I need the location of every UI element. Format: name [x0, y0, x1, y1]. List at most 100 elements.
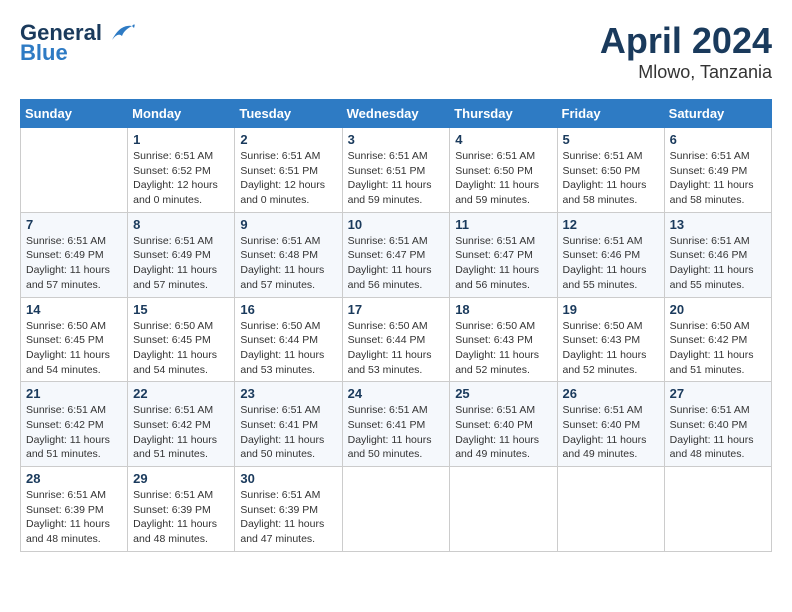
table-row: 23 Sunrise: 6:51 AMSunset: 6:41 PMDayligh…	[235, 382, 342, 467]
day-number: 10	[348, 217, 445, 232]
day-info: Sunrise: 6:51 AMSunset: 6:47 PMDaylight:…	[455, 234, 551, 293]
day-info: Sunrise: 6:51 AMSunset: 6:42 PMDaylight:…	[26, 403, 122, 462]
table-row: 18 Sunrise: 6:50 AMSunset: 6:43 PMDayligh…	[450, 297, 557, 382]
logo-blue: Blue	[20, 40, 68, 66]
day-number: 30	[240, 471, 336, 486]
table-row: 13 Sunrise: 6:51 AMSunset: 6:46 PMDayligh…	[664, 212, 771, 297]
day-info: Sunrise: 6:50 AMSunset: 6:43 PMDaylight:…	[563, 319, 659, 378]
day-info: Sunrise: 6:51 AMSunset: 6:46 PMDaylight:…	[563, 234, 659, 293]
table-row: 3 Sunrise: 6:51 AMSunset: 6:51 PMDaylight…	[342, 128, 450, 213]
table-row: 6Sunrise: 6:51 AMSunset: 6:49 PMDaylight…	[664, 128, 771, 213]
day-number: 2	[240, 132, 336, 147]
day-info: Sunrise: 6:50 AMSunset: 6:44 PMDaylight:…	[240, 319, 336, 378]
day-number: 16	[240, 302, 336, 317]
day-number: 23	[240, 386, 336, 401]
day-number: 28	[26, 471, 122, 486]
day-number: 21	[26, 386, 122, 401]
header-sunday: Sunday	[21, 100, 128, 128]
table-row: 24 Sunrise: 6:51 AMSunset: 6:41 PMDayligh…	[342, 382, 450, 467]
table-row	[557, 467, 664, 552]
table-row: 15 Sunrise: 6:50 AMSunset: 6:45 PMDayligh…	[128, 297, 235, 382]
table-row: 14 Sunrise: 6:50 AMSunset: 6:45 PMDayligh…	[21, 297, 128, 382]
day-info: Sunrise: 6:51 AMSunset: 6:42 PMDaylight:…	[133, 403, 229, 462]
day-info: Sunrise: 6:51 AMSunset: 6:51 PMDaylight:…	[348, 149, 445, 208]
day-number: 12	[563, 217, 659, 232]
table-row: 10 Sunrise: 6:51 AMSunset: 6:47 PMDayligh…	[342, 212, 450, 297]
table-row: 16 Sunrise: 6:50 AMSunset: 6:44 PMDayligh…	[235, 297, 342, 382]
table-row	[450, 467, 557, 552]
day-info: Sunrise: 6:51 AMSunset: 6:40 PMDaylight:…	[670, 403, 766, 462]
day-number: 15	[133, 302, 229, 317]
table-row: 26 Sunrise: 6:51 AMSunset: 6:40 PMDayligh…	[557, 382, 664, 467]
header-saturday: Saturday	[664, 100, 771, 128]
day-info: Sunrise: 6:50 AMSunset: 6:43 PMDaylight:…	[455, 319, 551, 378]
calendar-header-row: Sunday Monday Tuesday Wednesday Thursday…	[21, 100, 772, 128]
table-row: 25 Sunrise: 6:51 AMSunset: 6:40 PMDayligh…	[450, 382, 557, 467]
day-number: 11	[455, 217, 551, 232]
day-number: 3	[348, 132, 445, 147]
day-number: 25	[455, 386, 551, 401]
day-info: Sunrise: 6:50 AMSunset: 6:45 PMDaylight:…	[133, 319, 229, 378]
day-info: Sunrise: 6:51 AMSunset: 6:40 PMDaylight:…	[563, 403, 659, 462]
day-info: Sunrise: 6:50 AMSunset: 6:44 PMDaylight:…	[348, 319, 445, 378]
day-number: 4	[455, 132, 551, 147]
table-row: 17 Sunrise: 6:50 AMSunset: 6:44 PMDayligh…	[342, 297, 450, 382]
day-number: 14	[26, 302, 122, 317]
table-row	[664, 467, 771, 552]
title-block: April 2024 Mlowo, Tanzania	[600, 20, 772, 83]
header-wednesday: Wednesday	[342, 100, 450, 128]
day-number: 17	[348, 302, 445, 317]
day-info: Sunrise: 6:51 AMSunset: 6:39 PMDaylight:…	[26, 488, 122, 547]
day-number: 19	[563, 302, 659, 317]
day-number: 26	[563, 386, 659, 401]
table-row: 27 Sunrise: 6:51 AMSunset: 6:40 PMDayligh…	[664, 382, 771, 467]
calendar-title: April 2024	[600, 20, 772, 62]
page-header: General Blue April 2024 Mlowo, Tanzania	[20, 20, 772, 83]
table-row: 4 Sunrise: 6:51 AMSunset: 6:50 PMDaylight…	[450, 128, 557, 213]
day-info: Sunrise: 6:50 AMSunset: 6:42 PMDaylight:…	[670, 319, 766, 378]
day-info: Sunrise: 6:51 AMSunset: 6:46 PMDaylight:…	[670, 234, 766, 293]
day-number: 6	[670, 132, 766, 147]
table-row: 21 Sunrise: 6:51 AMSunset: 6:42 PMDayligh…	[21, 382, 128, 467]
day-info: Sunrise: 6:51 AMSunset: 6:48 PMDaylight:…	[240, 234, 336, 293]
day-info: Sunrise: 6:50 AMSunset: 6:45 PMDaylight:…	[26, 319, 122, 378]
day-info: Sunrise: 6:51 AMSunset: 6:49 PMDaylight:…	[26, 234, 122, 293]
table-row: 8Sunrise: 6:51 AMSunset: 6:49 PMDaylight…	[128, 212, 235, 297]
day-number: 27	[670, 386, 766, 401]
day-info: Sunrise: 6:51 AMSunset: 6:51 PMDaylight:…	[240, 149, 336, 208]
table-row: 12 Sunrise: 6:51 AMSunset: 6:46 PMDayligh…	[557, 212, 664, 297]
day-number: 7	[26, 217, 122, 232]
logo: General Blue	[20, 20, 136, 66]
day-info: Sunrise: 6:51 AMSunset: 6:39 PMDaylight:…	[133, 488, 229, 547]
day-info: Sunrise: 6:51 AMSunset: 6:50 PMDaylight:…	[455, 149, 551, 208]
day-info: Sunrise: 6:51 AMSunset: 6:41 PMDaylight:…	[240, 403, 336, 462]
day-number: 13	[670, 217, 766, 232]
header-friday: Friday	[557, 100, 664, 128]
day-info: Sunrise: 6:51 AMSunset: 6:41 PMDaylight:…	[348, 403, 445, 462]
day-info: Sunrise: 6:51 AMSunset: 6:50 PMDaylight:…	[563, 149, 659, 208]
table-row: 19 Sunrise: 6:50 AMSunset: 6:43 PMDayligh…	[557, 297, 664, 382]
week-row-2: 7 Sunrise: 6:51 AMSunset: 6:49 PMDaylight…	[21, 212, 772, 297]
header-tuesday: Tuesday	[235, 100, 342, 128]
table-row: 7 Sunrise: 6:51 AMSunset: 6:49 PMDaylight…	[21, 212, 128, 297]
table-row: 11 Sunrise: 6:51 AMSunset: 6:47 PMDayligh…	[450, 212, 557, 297]
week-row-1: 1Sunrise: 6:51 AMSunset: 6:52 PMDaylight…	[21, 128, 772, 213]
day-number: 24	[348, 386, 445, 401]
day-number: 5	[563, 132, 659, 147]
day-info: Sunrise: 6:51 AMSunset: 6:47 PMDaylight:…	[348, 234, 445, 293]
table-row: 29Sunrise: 6:51 AMSunset: 6:39 PMDayligh…	[128, 467, 235, 552]
day-number: 20	[670, 302, 766, 317]
header-monday: Monday	[128, 100, 235, 128]
day-info: Sunrise: 6:51 AMSunset: 6:39 PMDaylight:…	[240, 488, 336, 547]
day-number: 22	[133, 386, 229, 401]
day-number: 18	[455, 302, 551, 317]
table-row: 28 Sunrise: 6:51 AMSunset: 6:39 PMDayligh…	[21, 467, 128, 552]
day-info: Sunrise: 6:51 AMSunset: 6:52 PMDaylight:…	[133, 149, 229, 208]
logo-bird-icon	[104, 22, 136, 44]
table-row: 30 Sunrise: 6:51 AMSunset: 6:39 PMDayligh…	[235, 467, 342, 552]
day-info: Sunrise: 6:51 AMSunset: 6:49 PMDaylight:…	[133, 234, 229, 293]
day-info: Sunrise: 6:51 AMSunset: 6:40 PMDaylight:…	[455, 403, 551, 462]
week-row-5: 28 Sunrise: 6:51 AMSunset: 6:39 PMDayligh…	[21, 467, 772, 552]
table-row: 1Sunrise: 6:51 AMSunset: 6:52 PMDaylight…	[128, 128, 235, 213]
table-row: 2 Sunrise: 6:51 AMSunset: 6:51 PMDaylight…	[235, 128, 342, 213]
